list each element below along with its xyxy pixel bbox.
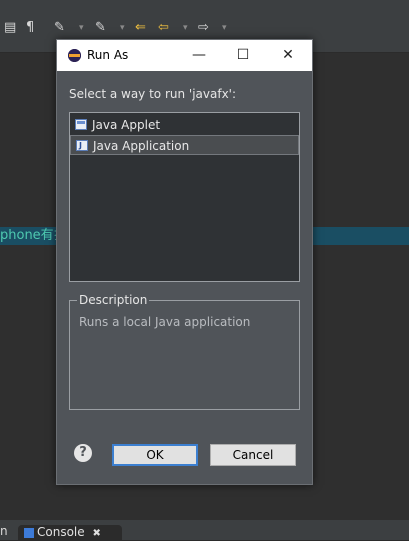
outline-icon[interactable]: ▤	[4, 20, 16, 36]
dialog-title: Run As	[87, 48, 129, 62]
next-annotation-icon[interactable]: ✎	[95, 20, 106, 36]
description-label: Description	[77, 293, 150, 307]
maximize-button[interactable]: ☐	[233, 45, 253, 65]
launch-shortcut-list[interactable]: Java Applet Java Application	[69, 112, 300, 282]
bottom-tab-bar: n Console ✖	[0, 520, 409, 540]
partial-tab-label[interactable]: n	[0, 524, 8, 538]
dialog-prompt: Select a way to run 'javafx':	[69, 87, 237, 101]
close-icon[interactable]: ✖	[92, 528, 100, 539]
list-item-java-application[interactable]: Java Application	[70, 135, 299, 156]
minimize-button[interactable]: —	[189, 45, 209, 65]
dropdown-arrow-icon[interactable]: ▾	[79, 20, 84, 36]
dropdown-arrow-icon[interactable]: ▾	[183, 20, 188, 36]
description-text: Runs a local Java application	[79, 315, 251, 329]
last-edit-icon[interactable]: ⇐	[135, 20, 146, 36]
list-item-label: Java Applet	[92, 118, 161, 132]
annotation-icon[interactable]: ✎	[54, 20, 65, 36]
list-item-java-applet[interactable]: Java Applet	[70, 115, 299, 135]
dropdown-arrow-icon[interactable]: ▾	[222, 20, 227, 36]
help-icon[interactable]: ?	[74, 444, 92, 462]
console-icon	[24, 527, 34, 538]
tab-console[interactable]: Console ✖	[18, 525, 122, 540]
dropdown-arrow-icon[interactable]: ▾	[120, 20, 125, 36]
list-item-label: Java Application	[93, 139, 190, 153]
dialog-titlebar[interactable]: Run As — ☐ ✕	[57, 40, 312, 71]
description-group: Description Runs a local Java applicatio…	[69, 293, 300, 410]
run-as-dialog: Run As — ☐ ✕ Select a way to run 'javafx…	[56, 39, 313, 485]
eclipse-icon	[68, 49, 81, 62]
back-arrow-icon[interactable]: ⇦	[158, 20, 169, 36]
console-tab-label: Console	[37, 525, 85, 539]
pilcrow-icon[interactable]: ¶	[26, 20, 34, 36]
close-button[interactable]: ✕	[278, 45, 298, 65]
cancel-button[interactable]: Cancel	[210, 444, 296, 466]
java-application-icon	[76, 136, 88, 156]
java-applet-icon	[75, 119, 87, 130]
forward-arrow-icon[interactable]: ⇨	[198, 20, 209, 36]
ok-button[interactable]: OK	[112, 444, 198, 466]
